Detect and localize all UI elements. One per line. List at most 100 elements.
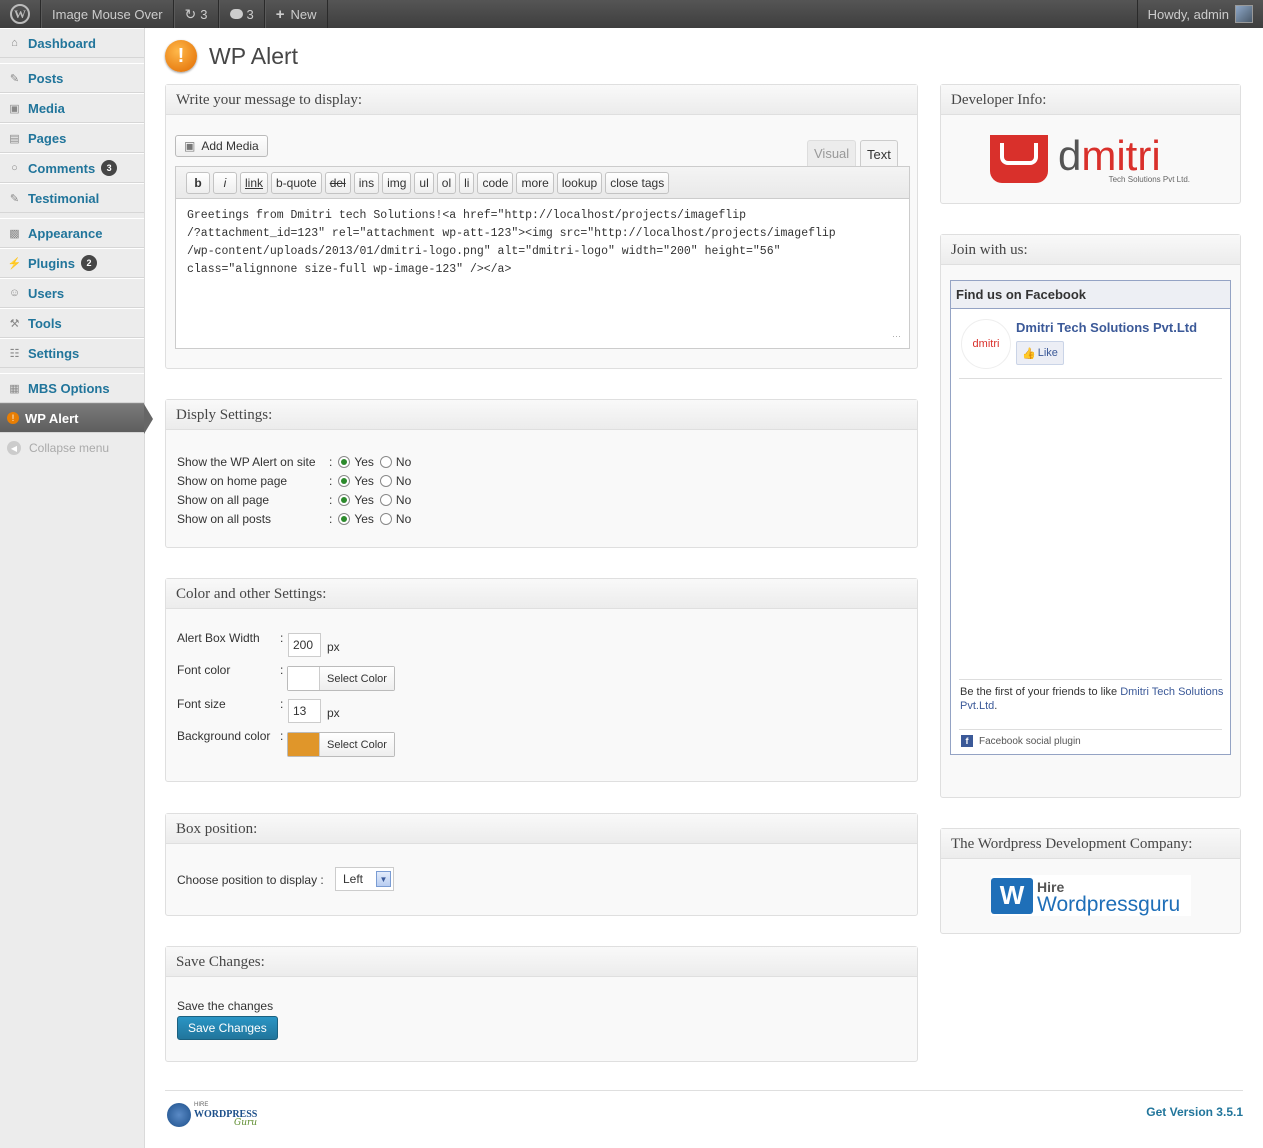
yes-radio[interactable] [338, 475, 351, 487]
version-link[interactable]: Get Version 3.5.1 [1146, 1105, 1243, 1119]
menu-item-plugins[interactable]: ⚡ Plugins 2 [0, 248, 144, 278]
wordpress-globe-icon [167, 1102, 191, 1127]
new-content-link[interactable]: + New [264, 0, 328, 28]
page-thumbnail[interactable]: dmitri [961, 319, 1011, 369]
quicktag-ins-button[interactable]: ins [353, 171, 380, 194]
tab-visual[interactable]: Visual [807, 140, 857, 166]
message-textarea[interactable]: Greetings from Dmitri tech Solutions!<a … [175, 198, 910, 349]
facebook-page-link[interactable]: Dmitri Tech Solutions Pvt.Ltd [1016, 320, 1197, 335]
quicktag-b-quote-button[interactable]: b-quote [271, 171, 322, 194]
like-button[interactable]: 👍 Like [1016, 341, 1064, 365]
menu-item-appearance[interactable]: ▩ Appearance [0, 218, 144, 248]
menu-item-posts[interactable]: ✎ Posts [0, 63, 144, 93]
chevron-down-icon: ▼ [376, 871, 391, 887]
position-select[interactable]: Left ▼ [335, 867, 394, 891]
options-icon: ▦ [9, 382, 20, 395]
menu-label: Posts [28, 70, 64, 86]
menu-label: Appearance [28, 225, 103, 241]
px-unit: px [327, 640, 340, 654]
menu-item-wp-alert[interactable]: ! WP Alert [0, 403, 153, 434]
yes-radio[interactable] [338, 494, 351, 506]
no-radio[interactable] [379, 494, 392, 506]
updates-count: 3 [200, 6, 208, 22]
color-settings-title: Color and other Settings: [166, 579, 917, 609]
setting-label: Show on all posts [177, 512, 272, 526]
alert-width-row: Alert Box Width : [177, 631, 283, 645]
company-box: The Wordpress Development Company: W Hir… [940, 828, 1241, 934]
footer-logo-script: Guru [234, 1118, 258, 1128]
comments-link[interactable]: 3 [218, 0, 265, 28]
yes-label: Yes [354, 455, 374, 469]
font-size-input[interactable]: 13 [288, 699, 321, 723]
resize-handle-icon[interactable]: ⋯ [892, 331, 901, 342]
menu-item-mbs-options[interactable]: ▦ MBS Options [0, 373, 144, 403]
updates-link[interactable]: ↻ 3 [173, 0, 219, 28]
colon: : [329, 455, 333, 469]
quicktag-del-button[interactable]: del [324, 171, 351, 194]
dmitri-logo[interactable]: dmitri Tech Solutions Pvt Ltd. [990, 135, 1190, 185]
add-media-button[interactable]: ▣ Add Media [175, 135, 268, 157]
hire-wordpressguru-text: Hire Wordpressguru [1037, 878, 1180, 915]
menu-item-dashboard[interactable]: ⌂ Dashboard [0, 28, 144, 58]
menu-item-pages[interactable]: ▤ Pages [0, 123, 144, 153]
facebook-icon: f [961, 735, 973, 747]
menu-item-media[interactable]: ▣ Media [0, 93, 144, 123]
menu-item-settings[interactable]: ☷ Settings [0, 338, 144, 368]
quicktag-ol-button[interactable]: ol [436, 171, 457, 194]
collapse-menu-button[interactable]: ◀ Collapse menu [0, 433, 144, 463]
menu-label: Plugins [28, 255, 75, 271]
w-logo-icon: W [991, 877, 1033, 914]
menu-item-users[interactable]: ☺ Users [0, 278, 144, 308]
logo-mitri: mitri [1081, 132, 1161, 179]
no-radio[interactable] [379, 513, 392, 525]
facebook-social-plugin[interactable]: f Facebook social plugin [961, 735, 1081, 747]
alert-width-input[interactable]: 200 [288, 633, 321, 657]
quicktag-b-button[interactable]: b [186, 171, 210, 194]
yes-radio[interactable] [338, 513, 351, 525]
font-color-label: Font color [177, 663, 231, 677]
bg-color-picker[interactable]: Select Color [287, 732, 395, 757]
tools-icon: ⚒ [9, 317, 20, 330]
wp-logo-menu[interactable]: W [0, 0, 41, 28]
select-color-button[interactable]: Select Color [320, 733, 394, 756]
menu-item-testimonial[interactable]: ✎ Testimonial [0, 183, 144, 213]
save-changes-button[interactable]: Save Changes [177, 1016, 278, 1040]
quicktag-i-button[interactable]: i [213, 171, 237, 194]
display-setting-row: Show on home page: Yes No [177, 474, 411, 488]
quicktag-close-tags-button[interactable]: close tags [605, 171, 670, 194]
quicktag-code-button[interactable]: code [477, 171, 514, 194]
select-color-button[interactable]: Select Color [320, 667, 394, 690]
quicktag-link-button[interactable]: link [240, 171, 269, 194]
font-color-picker[interactable]: Select Color [287, 666, 395, 691]
quicktag-li-button[interactable]: li [459, 171, 475, 194]
hire-wordpressguru-logo[interactable]: W Hire Wordpressguru [991, 875, 1191, 916]
dashboard-icon: ⌂ [11, 37, 18, 49]
quicktag-img-button[interactable]: img [382, 171, 412, 194]
users-icon: ☺ [8, 287, 21, 299]
box-position-title: Box position: [166, 814, 917, 844]
alert-icon: ! [7, 412, 19, 424]
footer-logo[interactable]: HIRE WORDPRESS Guru [167, 1101, 257, 1128]
no-radio[interactable] [379, 456, 392, 468]
my-account-menu[interactable]: Howdy, admin [1136, 0, 1263, 28]
quicktag-lookup-button[interactable]: lookup [556, 171, 603, 194]
bg-color-row: Background color : [177, 729, 283, 743]
page-title: ! WP Alert [165, 40, 298, 72]
quicktag-more-button[interactable]: more [516, 171, 554, 194]
howdy-text: Howdy, admin [1147, 6, 1229, 22]
yes-radio[interactable] [338, 456, 351, 468]
bg-color-label: Background color [177, 729, 271, 743]
quicktag-ul-button[interactable]: ul [414, 171, 434, 194]
save-changes-title: Save Changes: [166, 947, 917, 977]
menu-label: Tools [28, 315, 62, 331]
media-icon: ▣ [9, 102, 20, 115]
pushpin-icon: ✎ [9, 192, 20, 205]
no-radio[interactable] [379, 475, 392, 487]
plugin-icon: ⚡ [7, 257, 22, 270]
developer-info-title: Developer Info: [941, 85, 1240, 115]
site-name-link[interactable]: Image Mouse Over [41, 0, 174, 28]
tab-text[interactable]: Text [860, 140, 898, 167]
footer-logo-text: HIRE WORDPRESS Guru [194, 1101, 257, 1128]
menu-item-tools[interactable]: ⚒ Tools [0, 308, 144, 338]
menu-item-comments[interactable]: ○ Comments 3 [0, 153, 144, 183]
